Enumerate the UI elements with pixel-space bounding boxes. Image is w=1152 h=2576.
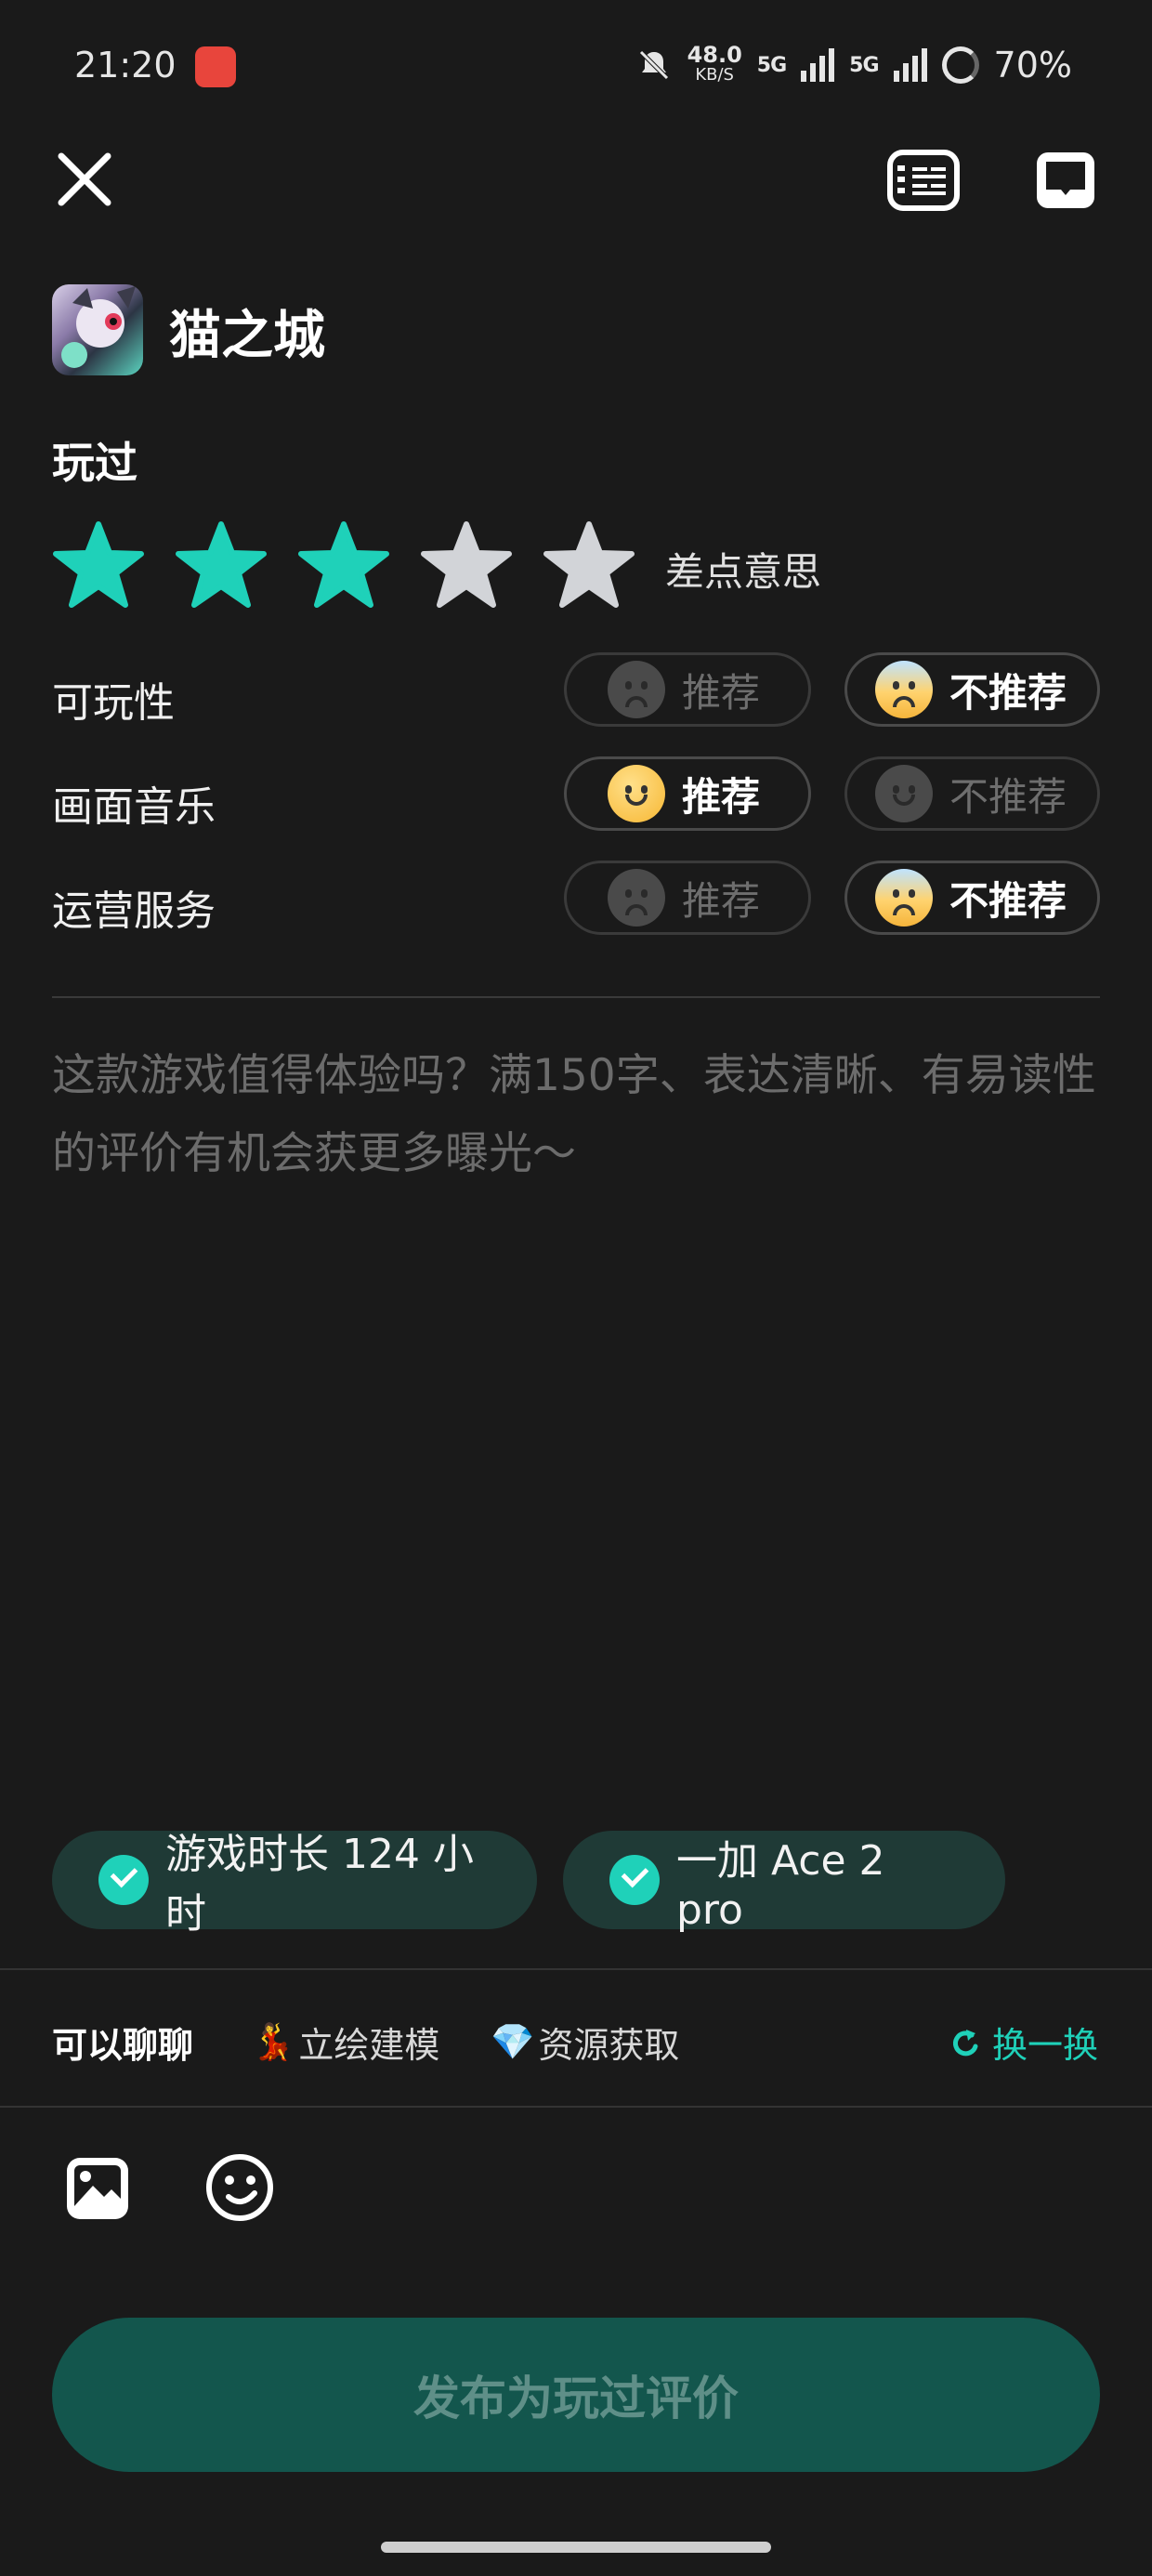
aspect-row-operations: 运营服务 推荐 不推荐 [52, 861, 1100, 940]
signal-bars-icon [893, 48, 927, 82]
star-rating[interactable] [52, 520, 635, 610]
network-speed: 48.0 KB/S [687, 42, 742, 85]
face-icon [875, 869, 933, 927]
refresh-topics-button[interactable]: 换一换 [948, 2017, 1098, 2068]
topic-chip-art-model[interactable]: 💃 立绘建模 [251, 2017, 439, 2068]
game-icon [52, 284, 143, 375]
status-indicators: 48.0 KB/S 5G 5G 70% [635, 42, 1072, 85]
mute-bell-icon [638, 50, 669, 80]
dancer-emoji-icon: 💃 [251, 2021, 295, 2062]
playtime-tag-label: 游戏时长 124 小时 [165, 1831, 474, 1938]
close-icon[interactable] [54, 149, 115, 210]
status-time: 21:20 [74, 45, 177, 85]
not-recommend-button[interactable]: 不推荐 [844, 652, 1100, 727]
emoji-icon[interactable] [204, 2152, 275, 2223]
face-icon [875, 661, 933, 718]
image-icon[interactable] [63, 2154, 132, 2223]
playtime-tag[interactable]: 游戏时长 124 小时 [52, 1831, 537, 1938]
not-recommend-label: 不推荐 [949, 773, 1067, 820]
recommend-label: 推荐 [682, 877, 761, 924]
signal-bars-icon [801, 48, 835, 82]
not-recommend-label: 不推荐 [949, 877, 1067, 924]
game-title: 猫之城 [169, 306, 325, 366]
played-status-label: 玩过 [52, 438, 137, 488]
device-tag-label: 一加 Ace 2 pro [676, 1836, 885, 1934]
divider [52, 996, 1100, 998]
recommend-label: 推荐 [682, 773, 761, 820]
review-text-input[interactable]: 这款游戏值得体验吗？满150字、表达清晰、有易读性的评价有机会获更多曝光～ [52, 1037, 1100, 1193]
not-recommend-button[interactable]: 不推荐 [844, 861, 1100, 935]
recommend-label: 推荐 [682, 669, 761, 716]
publish-review-button[interactable]: 发布为玩过评价 [52, 2318, 1100, 2472]
rating-description: 差点意思 [665, 549, 822, 595]
star-icon-2[interactable] [175, 520, 268, 610]
face-icon [608, 869, 665, 927]
divider [0, 1968, 1152, 1970]
battery-ring-icon [941, 46, 979, 84]
notification-app-icon [195, 46, 236, 87]
device-tag[interactable]: 一加 Ace 2 pro [563, 1831, 1005, 1934]
aspect-label: 可玩性 [52, 679, 175, 727]
star-icon-1[interactable] [52, 520, 145, 610]
not-recommend-label: 不推荐 [949, 669, 1067, 716]
divider [0, 2106, 1152, 2108]
gem-emoji-icon: 💎 [491, 2021, 535, 2062]
star-icon-5[interactable] [543, 520, 635, 610]
recommend-button[interactable]: 推荐 [564, 756, 811, 831]
check-icon [609, 1855, 660, 1905]
face-icon [608, 661, 665, 718]
refresh-icon [952, 2029, 978, 2056]
review-rules-icon[interactable] [886, 149, 961, 212]
star-icon-3[interactable] [297, 520, 390, 610]
check-icon [98, 1855, 149, 1905]
home-indicator[interactable] [381, 2542, 771, 2553]
signal-type-2: 5G [849, 53, 879, 77]
aspect-row-playability: 可玩性 推荐 不推荐 [52, 652, 1100, 732]
face-icon [608, 765, 665, 822]
aspect-label: 画面音乐 [52, 783, 216, 831]
topics-label: 可以聊聊 [52, 2025, 194, 2066]
signal-type-1: 5G [756, 53, 787, 77]
aspect-label: 运营服务 [52, 887, 216, 935]
star-icon-4[interactable] [420, 520, 513, 610]
topic-chip-resources[interactable]: 💎 资源获取 [491, 2017, 679, 2068]
aspect-row-graphics-music: 画面音乐 推荐 不推荐 [52, 756, 1100, 836]
recommend-button[interactable]: 推荐 [564, 652, 811, 727]
recommend-button[interactable]: 推荐 [564, 861, 811, 935]
battery-percent: 70% [993, 45, 1072, 85]
face-icon [875, 765, 933, 822]
chat-icon[interactable] [1033, 149, 1098, 212]
not-recommend-button[interactable]: 不推荐 [844, 756, 1100, 831]
